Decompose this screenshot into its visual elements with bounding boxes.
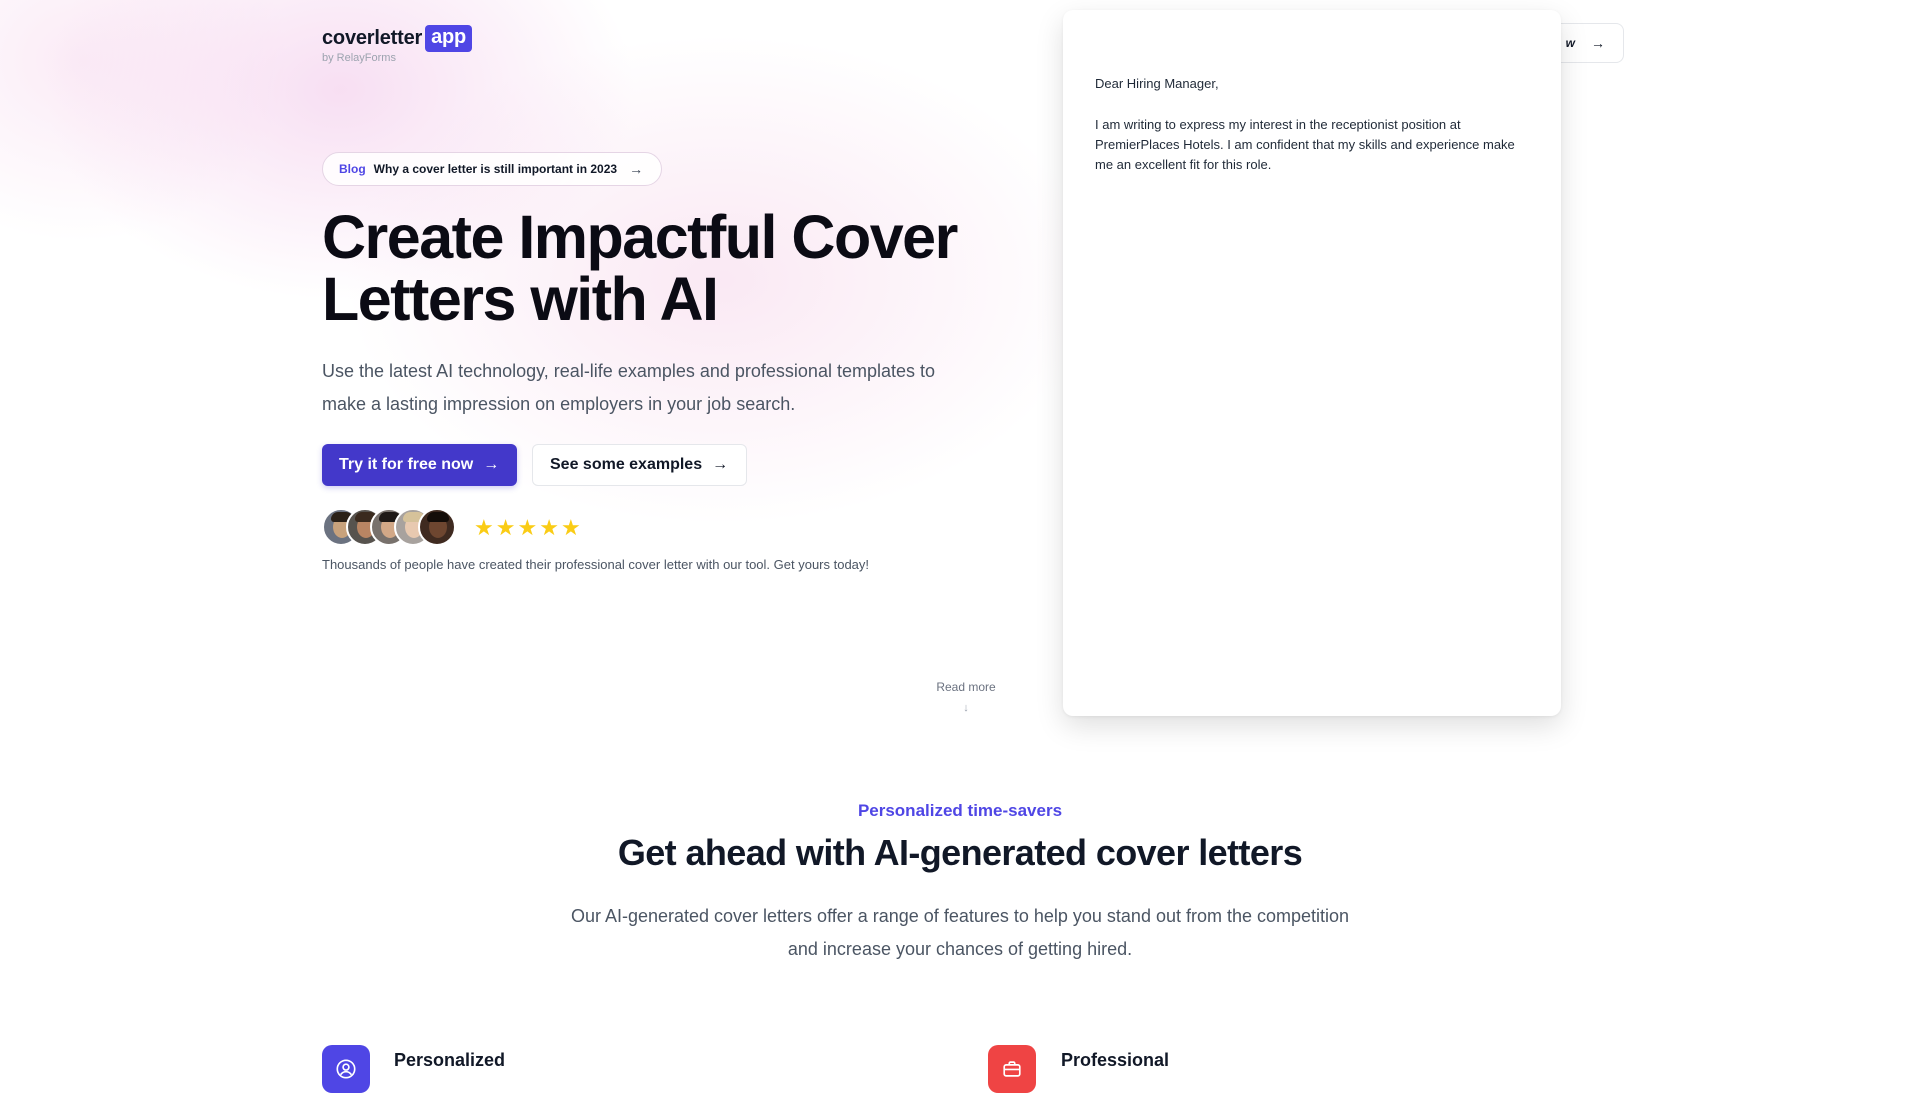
rating-stars: ★ ★ ★ ★ ★ <box>474 517 581 539</box>
feature-title-professional: Professional <box>1061 1050 1170 1070</box>
logo-byline: by RelayForms <box>322 52 396 64</box>
section-description: Our AI-generated cover letters offer a r… <box>570 906 1350 959</box>
feature-title-personalized: Personalized <box>394 1050 506 1070</box>
read-more-link[interactable]: Read more ↓ <box>926 680 1006 714</box>
hero-title: Create Impactful Cover Letters with AI <box>322 203 958 333</box>
social-proof-text: Thousands of people have created their p… <box>322 557 870 572</box>
nav-cta-label: w <box>1565 36 1575 50</box>
try-free-label: Try it for free now <box>339 456 474 473</box>
logo[interactable]: coverletter app by RelayForms <box>322 25 473 64</box>
logo-wordmark: coverletter <box>322 27 423 49</box>
try-free-button[interactable]: Try it for free now → <box>322 444 518 486</box>
see-examples-button[interactable]: See some examples → <box>532 444 748 486</box>
section-kicker: Personalized time-savers <box>857 801 1063 820</box>
star-icon: ★ <box>517 515 538 540</box>
briefcase-icon <box>988 1045 1036 1093</box>
hero-description: Use the latest AI technology, real-life … <box>322 361 936 414</box>
section-title: Get ahead with AI-generated cover letter… <box>617 832 1303 873</box>
letter-greeting: Dear Hiring Manager, <box>1095 76 1219 91</box>
cover-letter-preview: Dear Hiring Manager, I am writing to exp… <box>1063 10 1561 716</box>
user-circle-icon <box>322 1045 370 1093</box>
arrow-right-icon: → <box>1591 35 1605 51</box>
blog-announcement-pill[interactable]: Blog Why a cover letter is still importa… <box>322 152 663 186</box>
see-examples-label: See some examples <box>550 456 703 473</box>
read-more-label: Read more <box>936 680 996 694</box>
letter-body: I am writing to express my interest in t… <box>1095 117 1515 172</box>
customer-avatars <box>322 508 456 546</box>
logo-app-badge: app <box>425 25 473 52</box>
star-icon: ★ <box>560 515 581 540</box>
star-icon: ★ <box>495 515 516 540</box>
avatar <box>418 508 456 546</box>
star-icon: ★ <box>474 515 494 540</box>
star-icon: ★ <box>539 515 559 540</box>
arrow-right-icon: → <box>629 161 644 177</box>
arrow-right-icon: → <box>712 456 729 473</box>
blog-tag: Blog <box>339 162 366 176</box>
arrow-down-icon: ↓ <box>963 702 969 714</box>
blog-link-text: Why a cover letter is still important in… <box>373 162 618 176</box>
arrow-right-icon: → <box>483 456 500 473</box>
